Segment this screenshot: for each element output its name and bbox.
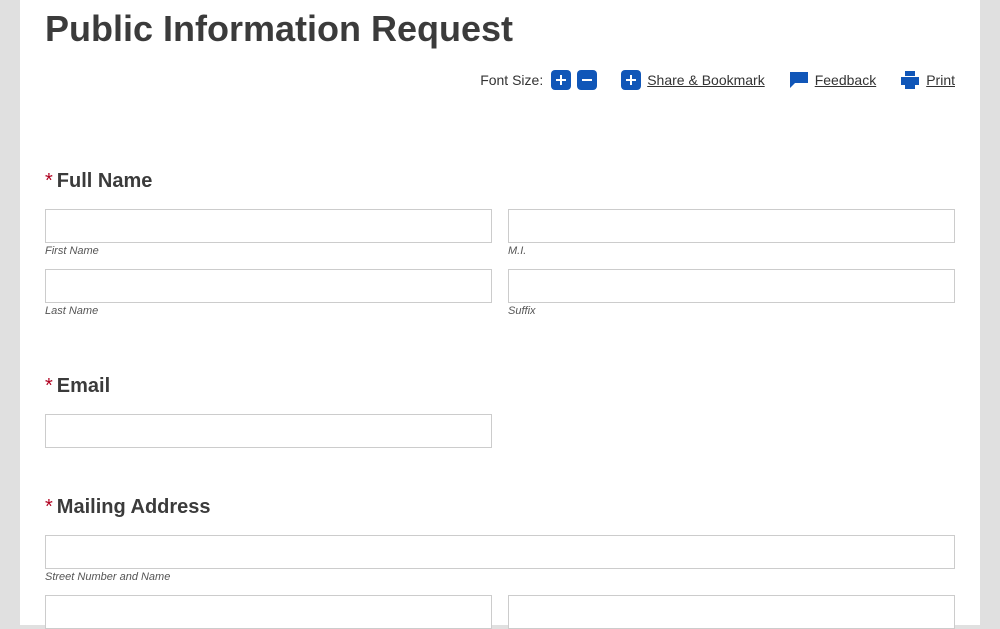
field-address-b: [508, 595, 955, 629]
page-title: Public Information Request: [45, 0, 955, 50]
print-icon: [900, 71, 920, 89]
share-bookmark-button[interactable]: Share & Bookmark: [621, 70, 765, 90]
page-container: Public Information Request Font Size: Sh…: [20, 0, 980, 625]
fontsize-label: Font Size:: [480, 72, 543, 88]
row-address-1: Street Number and Name: [45, 535, 955, 593]
row-address-2: [45, 595, 955, 629]
print-label: Print: [926, 72, 955, 88]
heading-fullname: *Full Name: [45, 170, 955, 193]
heading-address-text: Mailing Address: [57, 496, 211, 518]
feedback-label: Feedback: [815, 72, 876, 88]
field-address-a: [45, 595, 492, 629]
suffix-label: Suffix: [508, 305, 955, 317]
field-suffix: Suffix: [508, 269, 955, 327]
share-bookmark-label: Share & Bookmark: [647, 72, 765, 88]
share-icon-box: [621, 70, 641, 90]
heading-address: *Mailing Address: [45, 496, 955, 519]
lastname-label: Last Name: [45, 305, 492, 317]
section-address: *Mailing Address Street Number and Name: [45, 496, 955, 629]
mi-label: M.I.: [508, 245, 955, 257]
address-a-input[interactable]: [45, 595, 492, 629]
form-area: *Full Name First Name M.I. Last Name: [45, 170, 955, 629]
heading-fullname-text: Full Name: [57, 170, 153, 192]
field-lastname: Last Name: [45, 269, 492, 327]
plus-icon: [625, 74, 637, 86]
field-email: [45, 414, 492, 448]
feedback-icon: [789, 71, 809, 89]
heading-email: *Email: [45, 375, 955, 398]
heading-email-text: Email: [57, 375, 110, 397]
row-name-1: First Name M.I.: [45, 209, 955, 267]
email-input[interactable]: [45, 414, 492, 448]
address-b-input[interactable]: [508, 595, 955, 629]
lastname-input[interactable]: [45, 269, 492, 303]
field-street: Street Number and Name: [45, 535, 955, 593]
section-email: *Email: [45, 375, 955, 448]
minus-icon: [581, 74, 593, 86]
page-tools: Font Size: Share & Bookmark Feedback Pri…: [45, 70, 955, 90]
suffix-input[interactable]: [508, 269, 955, 303]
row-email: [45, 414, 955, 448]
plus-icon: [555, 74, 567, 86]
field-firstname: First Name: [45, 209, 492, 267]
firstname-label: First Name: [45, 245, 492, 257]
firstname-input[interactable]: [45, 209, 492, 243]
print-button[interactable]: Print: [900, 71, 955, 89]
street-input[interactable]: [45, 535, 955, 569]
street-label: Street Number and Name: [45, 571, 955, 583]
required-mark: *: [45, 375, 53, 397]
section-fullname: *Full Name First Name M.I. Last Name: [45, 170, 955, 327]
field-mi: M.I.: [508, 209, 955, 267]
row-name-2: Last Name Suffix: [45, 269, 955, 327]
mi-input[interactable]: [508, 209, 955, 243]
fontsize-decrease-button[interactable]: [577, 70, 597, 90]
required-mark: *: [45, 496, 53, 518]
fontsize-increase-button[interactable]: [551, 70, 571, 90]
feedback-button[interactable]: Feedback: [789, 71, 876, 89]
required-mark: *: [45, 170, 53, 192]
